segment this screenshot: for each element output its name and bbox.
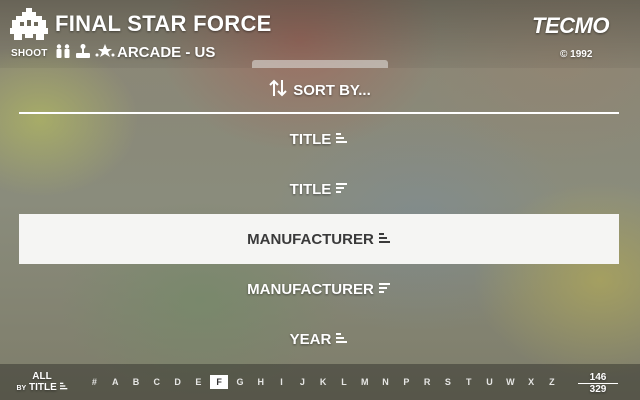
sort-option-label: YEAR <box>289 330 332 348</box>
sort-option-manufacturer-ascending[interactable]: MANUFACTURER <box>19 214 619 264</box>
sort-ascending-icon <box>336 131 348 148</box>
sort-ascending-icon <box>336 331 348 348</box>
sort-menu-header: SORT BY... <box>0 76 640 104</box>
sort-indicator: BY TITLE <box>16 382 68 394</box>
platform-label: ARCADE - US <box>117 44 216 61</box>
letter-f[interactable]: F <box>210 375 229 389</box>
letter-z[interactable]: Z <box>542 375 563 389</box>
letter-k[interactable]: K <box>313 375 334 389</box>
sort-option-manufacturer-descending[interactable]: MANUFACTURER <box>19 264 619 314</box>
filter-sort-button[interactable]: ALL BY TITLE <box>16 372 68 394</box>
letter-p[interactable]: P <box>396 375 417 389</box>
letter-r[interactable]: R <box>417 375 438 389</box>
feature-icons <box>55 44 115 58</box>
letter-c[interactable]: C <box>146 375 167 389</box>
sort-option-label: TITLE <box>289 180 332 198</box>
letter-e[interactable]: E <box>188 375 209 389</box>
letter-x[interactable]: X <box>521 375 542 389</box>
letter-d[interactable]: D <box>167 375 188 389</box>
letter-u[interactable]: U <box>479 375 500 389</box>
sort-ascending-icon <box>378 231 391 248</box>
letter-m[interactable]: M <box>354 375 375 389</box>
letter-l[interactable]: L <box>334 375 355 389</box>
letter-a[interactable]: A <box>105 375 126 389</box>
letter-i[interactable]: I <box>271 375 292 389</box>
total-count: 329 <box>589 384 607 395</box>
game-title: FINAL STAR FORCE <box>55 11 272 36</box>
sort-option-label: MANUFACTURER <box>247 280 374 298</box>
collapse-handle[interactable] <box>252 60 388 68</box>
alphabet-jump-bar: # A B C D E F G H I J K L M N P R S T U … <box>84 375 562 389</box>
genre-label: SHOOT <box>11 48 48 59</box>
sort-menu-title: SORT BY... <box>293 81 371 99</box>
sort-option-title-ascending[interactable]: TITLE <box>19 114 619 164</box>
filter-label: ALL <box>32 371 52 382</box>
publisher-logo: TECMO <box>532 13 609 38</box>
copyright-label: © 1992 <box>560 49 593 60</box>
sort-option-title-descending[interactable]: TITLE <box>19 164 619 214</box>
letter-j[interactable]: J <box>292 375 313 389</box>
two-players-icon <box>55 44 71 58</box>
letter-hash[interactable]: # <box>84 375 105 389</box>
sort-prefix: BY <box>16 385 27 392</box>
sort-descending-icon <box>336 181 348 198</box>
letter-s[interactable]: S <box>438 375 459 389</box>
sort-arrows-icon <box>269 78 287 102</box>
sort-option-label: MANUFACTURER <box>247 230 374 248</box>
sort-descending-icon <box>378 281 391 298</box>
list-position-counter: 146 329 <box>578 372 618 395</box>
sort-option-label: TITLE <box>289 130 332 148</box>
sort-ascending-icon <box>59 382 67 390</box>
joystick-icon <box>75 44 91 58</box>
letter-h[interactable]: H <box>250 375 271 389</box>
rating-icon <box>95 44 115 58</box>
current-position: 146 <box>589 372 607 383</box>
letter-g[interactable]: G <box>230 375 251 389</box>
letter-w[interactable]: W <box>500 375 521 389</box>
letter-n[interactable]: N <box>375 375 396 389</box>
letter-t[interactable]: T <box>458 375 479 389</box>
shoot-genre-icon <box>10 8 48 40</box>
letter-b[interactable]: B <box>126 375 147 389</box>
sort-field-label: TITLE <box>28 382 57 393</box>
sort-option-year-ascending[interactable]: YEAR <box>19 314 619 364</box>
